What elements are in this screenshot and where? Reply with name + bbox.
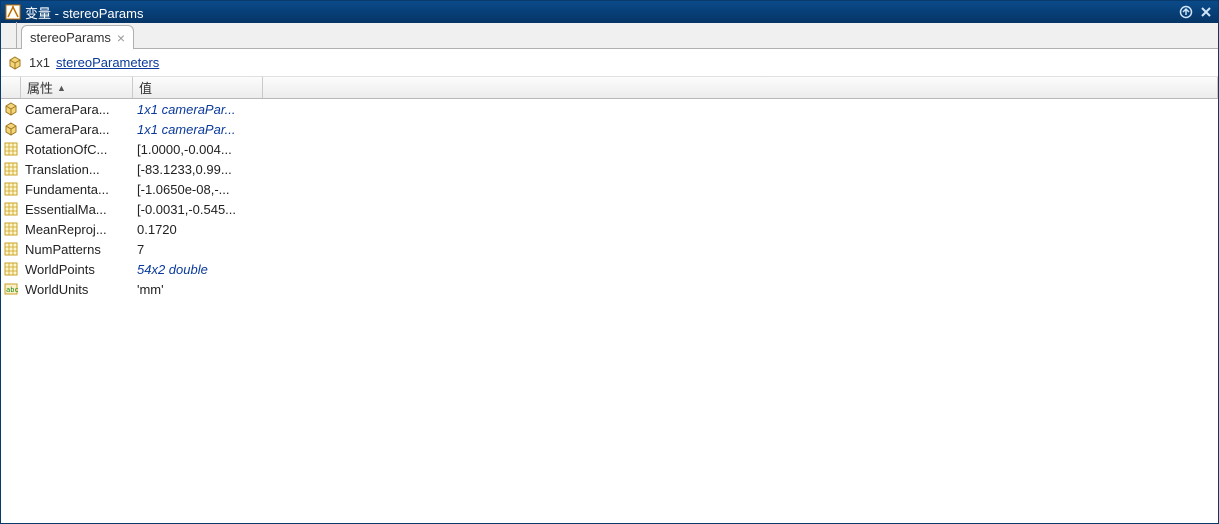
tab-stereoparams[interactable]: stereoParams × [21, 25, 134, 49]
matrix-icon [1, 202, 21, 216]
property-value[interactable]: 1x1 cameraPar... [133, 122, 333, 137]
property-row[interactable]: MeanReproj...0.1720 [1, 219, 1218, 239]
property-name: WorldPoints [21, 262, 133, 277]
property-value[interactable]: 54x2 double [133, 262, 333, 277]
property-row[interactable]: CameraPara...1x1 cameraPar... [1, 99, 1218, 119]
property-name: CameraPara... [21, 122, 133, 137]
header-rest [263, 77, 1218, 98]
header-value-col[interactable]: 值 [133, 77, 263, 98]
property-value: [1.0000,-0.004... [133, 142, 333, 157]
grid-header: 属性 ▲ 值 [1, 77, 1218, 99]
property-name: NumPatterns [21, 242, 133, 257]
matrix-icon [1, 222, 21, 236]
property-name: Fundamenta... [21, 182, 133, 197]
tab-spacer [9, 22, 17, 48]
tab-label: stereoParams [30, 30, 111, 45]
sort-asc-icon: ▲ [57, 83, 66, 93]
object-icon [1, 102, 21, 116]
object-icon [7, 55, 23, 71]
property-name: RotationOfC... [21, 142, 133, 157]
property-row[interactable]: Fundamenta...[-1.0650e-08,-... [1, 179, 1218, 199]
property-name: Translation... [21, 162, 133, 177]
matrix-icon [1, 182, 21, 196]
titlebar-prefix: 变量 - [25, 6, 63, 21]
app-icon [5, 4, 21, 20]
titlebar-controls [1178, 4, 1214, 20]
titlebar[interactable]: 变量 - stereoParams [1, 1, 1218, 23]
property-row[interactable]: RotationOfC...[1.0000,-0.004... [1, 139, 1218, 159]
object-icon [1, 122, 21, 136]
matrix-icon [1, 142, 21, 156]
property-name: MeanReproj... [21, 222, 133, 237]
property-name: WorldUnits [21, 282, 133, 297]
property-row[interactable]: WorldPoints54x2 double [1, 259, 1218, 279]
property-row[interactable]: abcWorldUnits'mm' [1, 279, 1218, 299]
tab-bar: stereoParams × [1, 23, 1218, 49]
property-value[interactable]: 1x1 cameraPar... [133, 102, 333, 117]
matrix-icon [1, 162, 21, 176]
property-name: EssentialMa... [21, 202, 133, 217]
property-value: [-1.0650e-08,-... [133, 182, 333, 197]
svg-text:abc: abc [6, 286, 18, 294]
header-icon-col[interactable] [1, 77, 21, 98]
breadcrumb: 1x1 stereoParameters [1, 49, 1218, 77]
property-value: 0.1720 [133, 222, 333, 237]
string-icon: abc [1, 282, 21, 296]
property-row[interactable]: Translation...[-83.1233,0.99... [1, 159, 1218, 179]
property-row[interactable]: CameraPara...1x1 cameraPar... [1, 119, 1218, 139]
property-name: CameraPara... [21, 102, 133, 117]
property-value: 'mm' [133, 282, 333, 297]
property-row[interactable]: NumPatterns7 [1, 239, 1218, 259]
grid-body: CameraPara...1x1 cameraPar...CameraPara.… [1, 99, 1218, 299]
matrix-icon [1, 242, 21, 256]
property-row[interactable]: EssentialMa...[-0.0031,-0.545... [1, 199, 1218, 219]
header-name-col[interactable]: 属性 ▲ [21, 77, 133, 98]
property-value: 7 [133, 242, 333, 257]
variable-editor-window: 变量 - stereoParams stereoParams × 1x1 ste… [0, 0, 1219, 524]
property-value: [-0.0031,-0.545... [133, 202, 333, 217]
breadcrumb-size: 1x1 [29, 55, 50, 70]
tab-close-icon[interactable]: × [117, 31, 125, 45]
property-grid: 属性 ▲ 值 CameraPara...1x1 cameraPar...Came… [1, 77, 1218, 523]
close-button[interactable] [1198, 4, 1214, 20]
titlebar-varname: stereoParams [63, 6, 144, 21]
matrix-icon [1, 262, 21, 276]
header-value-label: 值 [139, 78, 152, 97]
titlebar-text: 变量 - stereoParams [25, 3, 1178, 22]
minimize-button[interactable] [1178, 4, 1194, 20]
header-name-label: 属性 [27, 78, 53, 97]
property-value: [-83.1233,0.99... [133, 162, 333, 177]
breadcrumb-type-link[interactable]: stereoParameters [56, 55, 159, 70]
